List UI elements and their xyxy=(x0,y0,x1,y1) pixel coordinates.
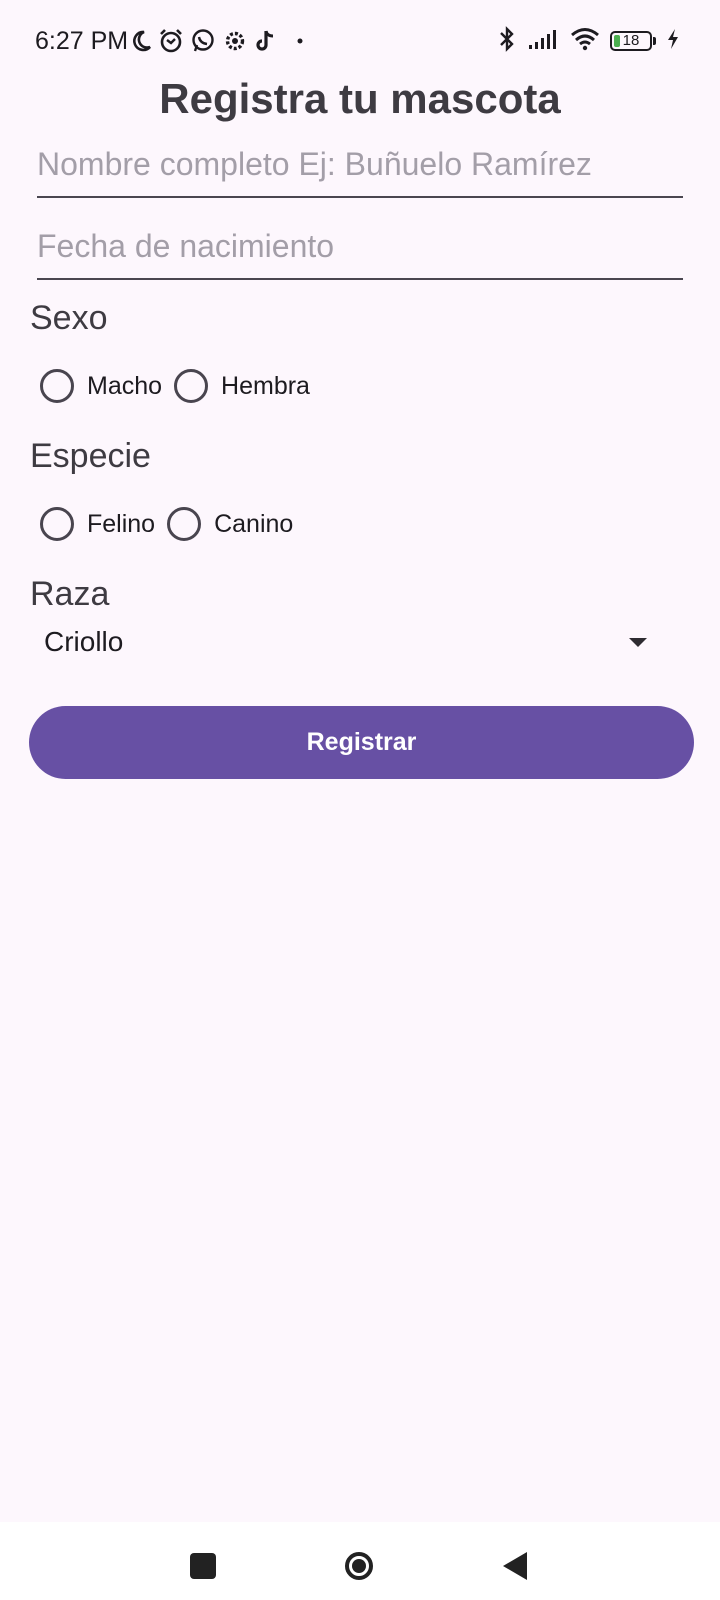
radio-label[interactable]: Canino xyxy=(214,509,293,539)
back-button[interactable] xyxy=(495,1546,535,1586)
sex-label: Sexo xyxy=(30,299,108,337)
status-time: 6:27 PM xyxy=(35,27,129,55)
home-icon[interactable] xyxy=(345,1552,373,1580)
radio-felino[interactable]: Felino xyxy=(40,507,155,541)
page-title: Registra tu mascota xyxy=(159,75,561,122)
moon-icon xyxy=(130,29,152,53)
breed-label: Raza xyxy=(30,575,110,613)
radio-label[interactable]: Hembra xyxy=(221,371,310,401)
radio-label[interactable]: Macho xyxy=(87,371,162,401)
radio-macho[interactable]: Macho xyxy=(40,369,162,403)
name-input[interactable] xyxy=(37,136,683,192)
notification-icons xyxy=(130,26,304,56)
name-field[interactable] xyxy=(37,136,683,198)
recents-button[interactable] xyxy=(183,1546,223,1586)
radio-hembra[interactable]: Hembra xyxy=(174,369,310,403)
battery-fill xyxy=(614,35,620,47)
birthdate-field[interactable] xyxy=(37,218,683,280)
home-button[interactable] xyxy=(339,1546,379,1586)
breed-selected-value[interactable]: Criollo xyxy=(44,626,123,658)
system-icons: 18 xyxy=(496,25,680,57)
radio-unchecked-icon[interactable] xyxy=(40,369,74,403)
whatsapp-icon xyxy=(190,28,216,54)
radio-unchecked-icon[interactable] xyxy=(40,507,74,541)
back-icon[interactable] xyxy=(503,1552,527,1580)
breed-dropdown[interactable]: Criollo xyxy=(44,622,660,662)
species-radio-group: Felino Canino xyxy=(40,504,305,544)
bluetooth-icon xyxy=(496,25,518,57)
sex-radio-group: Macho Hembra xyxy=(40,366,322,406)
battery-cap xyxy=(653,37,656,45)
wifi-icon xyxy=(570,27,600,56)
dot-icon xyxy=(296,37,304,45)
alarm-icon xyxy=(158,28,184,54)
status-bar: 6:27 PM 18 xyxy=(0,0,720,80)
settings-icon xyxy=(222,28,248,54)
register-button[interactable]: Registrar xyxy=(29,706,694,779)
species-label: Especie xyxy=(30,437,151,475)
navigation-bar xyxy=(0,1522,720,1600)
tiktok-icon xyxy=(254,28,278,54)
radio-unchecked-icon[interactable] xyxy=(174,369,209,403)
recents-icon[interactable] xyxy=(190,1553,216,1579)
radio-unchecked-icon[interactable] xyxy=(167,507,202,541)
charging-icon xyxy=(666,28,680,55)
battery-icon: 18 xyxy=(610,31,652,51)
dropdown-arrow-icon[interactable] xyxy=(629,637,647,647)
signal-icon xyxy=(528,28,560,55)
radio-canino[interactable]: Canino xyxy=(167,507,293,541)
radio-label[interactable]: Felino xyxy=(87,509,155,539)
battery-level: 18 xyxy=(622,32,640,49)
birthdate-input[interactable] xyxy=(37,218,683,274)
